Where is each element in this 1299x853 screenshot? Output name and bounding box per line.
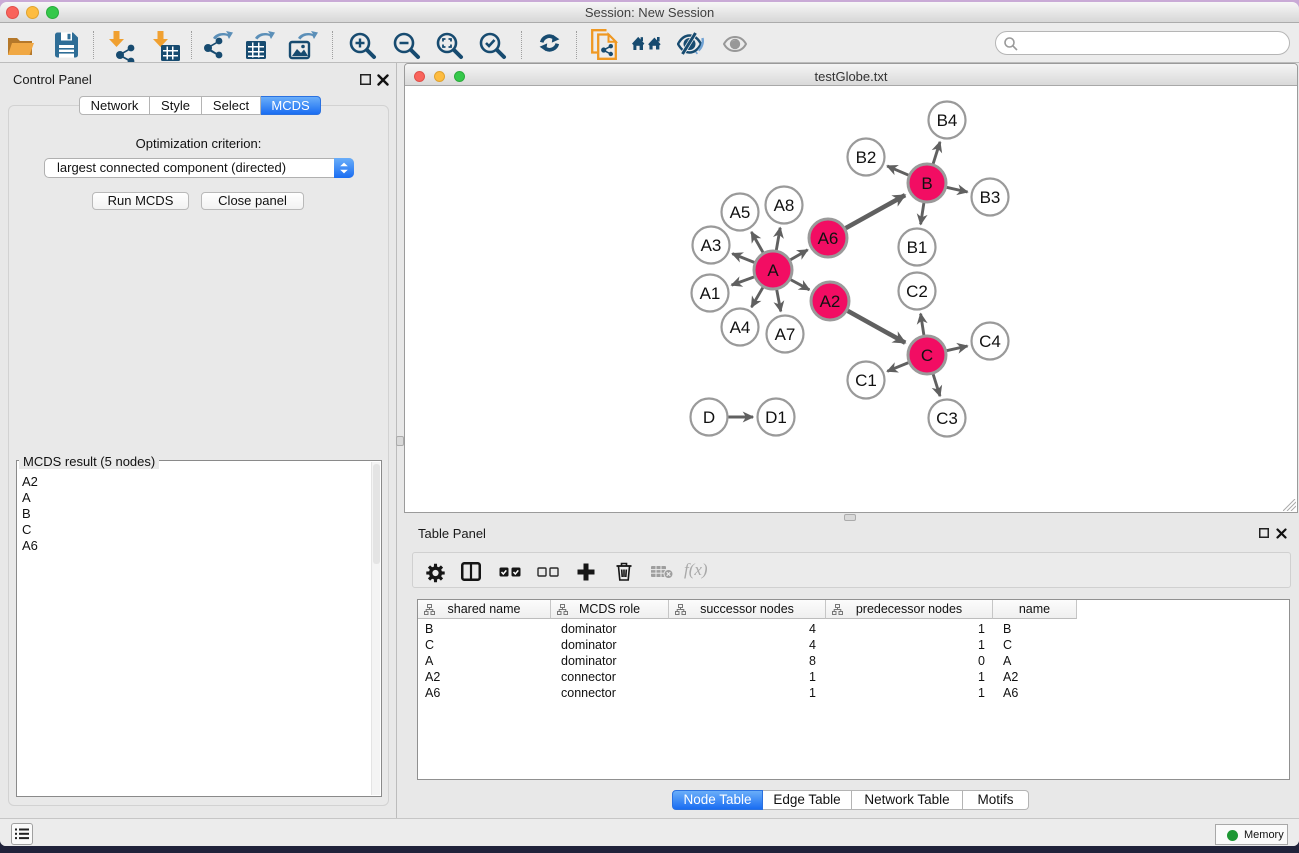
svg-text:C2: C2 bbox=[906, 282, 928, 301]
svg-text:A: A bbox=[767, 261, 779, 280]
svg-text:A7: A7 bbox=[775, 325, 796, 344]
svg-text:A6: A6 bbox=[818, 229, 839, 248]
svg-text:D1: D1 bbox=[765, 408, 787, 427]
svg-text:C1: C1 bbox=[855, 371, 877, 390]
svg-text:D: D bbox=[703, 408, 715, 427]
svg-text:B2: B2 bbox=[856, 148, 877, 167]
svg-text:A8: A8 bbox=[774, 196, 795, 215]
svg-text:A4: A4 bbox=[730, 318, 751, 337]
svg-text:C3: C3 bbox=[936, 409, 958, 428]
svg-text:C4: C4 bbox=[979, 332, 1001, 351]
svg-text:A3: A3 bbox=[701, 236, 722, 255]
svg-text:A2: A2 bbox=[820, 292, 841, 311]
svg-text:B4: B4 bbox=[937, 111, 958, 130]
svg-text:A5: A5 bbox=[730, 203, 751, 222]
svg-text:A1: A1 bbox=[700, 284, 721, 303]
svg-text:B1: B1 bbox=[907, 238, 928, 257]
svg-text:C: C bbox=[921, 346, 933, 365]
svg-text:B3: B3 bbox=[980, 188, 1001, 207]
svg-text:B: B bbox=[921, 174, 932, 193]
